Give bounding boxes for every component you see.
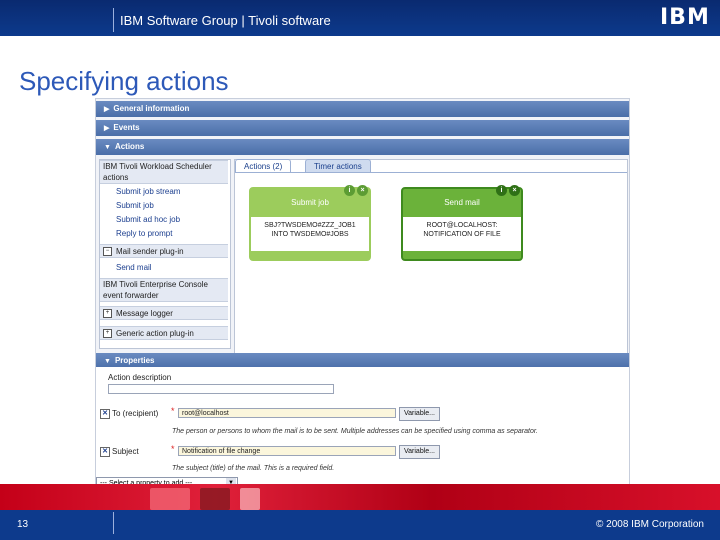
decorative-image [200,488,230,510]
tree-group-message-logger[interactable]: + Message logger [100,306,228,320]
tab-actions[interactable]: Actions (2) [235,159,292,173]
header-divider [113,8,114,32]
info-icon[interactable]: i [344,185,355,196]
tree-group-twsa[interactable]: IBM Tivoli Workload Scheduler actions [100,160,228,184]
subject-label: Subject [112,447,139,456]
subject-hint: The subject (title) of the mail. This is… [172,465,335,472]
required-icon: * [171,406,175,416]
card-body: SBJ?TWSDEMO#ZZZ_JOB1 INTO TWSDEMO#JOBS [251,217,369,251]
collapse-triangle-icon: ▼ [104,358,111,365]
header-bar: IBM Software Group | Tivoli software IBM [0,0,720,36]
close-icon[interactable]: × [357,185,368,196]
actions-tree: IBM Tivoli Workload Scheduler actions Su… [99,159,231,349]
expand-triangle-icon: ▶ [104,125,110,132]
subject-checkbox[interactable]: ✕ [100,447,110,457]
action-canvas: Actions (2) Timer actions i × Submit job… [234,159,628,361]
canvas-body: i × Submit job SBJ?TWSDEMO#ZZZ_JOB1 INTO… [235,172,627,359]
tree-group-mail-sender[interactable]: − Mail sender plug-in [100,244,228,258]
ibm-logo: IBM [660,5,712,31]
tree-item-reply-to-prompt[interactable]: Reply to prompt [100,227,228,241]
page-number: 13 [17,519,29,530]
expand-triangle-icon: ▶ [104,106,110,113]
to-input[interactable]: root@localhost [178,408,396,418]
tab-timer-actions[interactable]: Timer actions [305,159,371,173]
info-icon[interactable]: i [496,185,507,196]
copyright: © 2008 IBM Corporation [596,519,704,530]
expand-box-icon[interactable]: + [103,329,112,339]
subject-input[interactable]: Notification of file change [178,446,396,456]
tree-item-submit-job[interactable]: Submit job [100,199,228,213]
decorative-strip [0,484,720,510]
collapse-box-icon[interactable]: − [103,247,112,257]
tree-item-submit-adhoc-job[interactable]: Submit ad hoc job [100,213,228,227]
header-title: IBM Software Group | Tivoli software [120,13,331,28]
tree-item-submit-job-stream[interactable]: Submit job stream [100,185,228,199]
to-label: To (recipient) [112,409,159,418]
slide-title: Specifying actions [19,66,229,96]
app-screenshot: ▶ General information ▶ Events ▼ Actions IB… [95,98,630,492]
to-hint: The person or persons to whom the mail i… [172,428,538,435]
section-general-information[interactable]: ▶ General information [96,101,629,117]
collapse-triangle-icon: ▼ [104,144,111,151]
close-icon[interactable]: × [509,185,520,196]
expand-box-icon[interactable]: + [103,309,112,319]
action-description-input[interactable] [108,384,334,394]
action-card-send-mail[interactable]: i × Send mail ROOT@LOCALHOST: NOTIFICATI… [401,185,523,261]
to-checkbox[interactable]: ✕ [100,409,110,419]
action-description-label: Action description [108,373,172,382]
footer-bar: 13 © 2008 IBM Corporation [0,510,720,540]
tree-group-generic-action[interactable]: + Generic action plug-in [100,326,228,340]
tree-group-tec-forwarder[interactable]: IBM Tivoli Enterprise Console event forw… [100,278,228,302]
to-variable-button[interactable]: Variable... [399,407,440,421]
section-actions[interactable]: ▼ Actions [96,139,629,155]
action-card-submit-job[interactable]: i × Submit job SBJ?TWSDEMO#ZZZ_JOB1 INTO… [249,185,371,261]
card-body: ROOT@LOCALHOST: NOTIFICATION OF FILE [403,217,521,251]
decorative-image [240,488,260,510]
subject-variable-button[interactable]: Variable... [399,445,440,459]
required-icon: * [171,444,175,454]
tree-item-send-mail[interactable]: Send mail [100,261,228,275]
properties-panel: Action description ✕ To (recipient) * ro… [96,367,629,491]
footer-divider [113,512,114,534]
section-events[interactable]: ▶ Events [96,120,629,136]
decorative-image [150,488,190,510]
